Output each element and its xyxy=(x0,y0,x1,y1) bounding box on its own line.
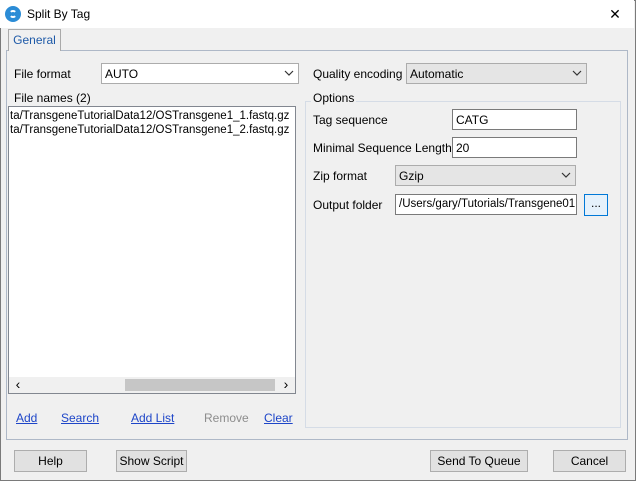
title-bar[interactable]: Split By Tag ✕ xyxy=(0,0,634,28)
quality-encoding-label: Quality encoding xyxy=(313,67,403,81)
help-button[interactable]: Help xyxy=(14,450,87,472)
clear-link[interactable]: Clear xyxy=(264,411,293,425)
add-link[interactable]: Add xyxy=(16,411,37,425)
scrollbar-thumb[interactable] xyxy=(125,379,275,391)
tag-sequence-input[interactable]: CATG xyxy=(452,109,577,130)
close-icon[interactable]: ✕ xyxy=(600,2,630,26)
list-item[interactable]: ta/TransgeneTutorialData12/OSTransgene1_… xyxy=(10,124,289,136)
horizontal-scrollbar[interactable]: ‹ › xyxy=(9,377,295,393)
file-names-label: File names (2) xyxy=(14,91,91,105)
output-folder-label: Output folder xyxy=(313,198,383,212)
quality-encoding-value: Automatic xyxy=(410,67,464,81)
min-length-input[interactable]: 20 xyxy=(452,137,577,158)
add-list-link[interactable]: Add List xyxy=(131,411,174,425)
min-length-value: 20 xyxy=(456,141,470,155)
search-link[interactable]: Search xyxy=(61,411,99,425)
remove-link: Remove xyxy=(204,411,249,425)
app-icon xyxy=(5,6,21,22)
zip-format-value: Gzip xyxy=(399,169,424,183)
output-folder-input[interactable]: /Users/gary/Tutorials/Transgene01 xyxy=(395,194,577,215)
chevron-down-icon xyxy=(572,70,582,76)
zip-format-label: Zip format xyxy=(313,169,368,183)
show-script-button[interactable]: Show Script xyxy=(116,450,187,472)
zip-format-select[interactable]: Gzip xyxy=(395,165,576,186)
send-to-queue-button[interactable]: Send To Queue xyxy=(430,450,528,472)
file-format-label: File format xyxy=(14,67,71,81)
min-length-label: Minimal Sequence Length xyxy=(313,141,452,155)
options-group-title: Options xyxy=(311,91,357,105)
scroll-left-icon[interactable]: ‹ xyxy=(12,377,24,393)
scroll-right-icon[interactable]: › xyxy=(280,377,292,393)
file-format-value: AUTO xyxy=(105,67,139,81)
list-item[interactable]: ta/TransgeneTutorialData12/OSTransgene1_… xyxy=(10,110,289,122)
tag-sequence-label: Tag sequence xyxy=(313,113,388,127)
chevron-down-icon xyxy=(284,70,294,76)
browse-button[interactable]: ... xyxy=(584,194,608,216)
output-folder-value: /Users/gary/Tutorials/Transgene01 xyxy=(399,198,576,210)
file-names-list[interactable]: ta/TransgeneTutorialData12/OSTransgene1_… xyxy=(8,106,296,394)
chevron-down-icon xyxy=(561,172,571,178)
file-format-select[interactable]: AUTO xyxy=(101,63,299,84)
tab-general[interactable]: General xyxy=(8,29,61,51)
quality-encoding-select[interactable]: Automatic xyxy=(406,63,587,84)
tag-sequence-value: CATG xyxy=(456,113,489,127)
window-title: Split By Tag xyxy=(27,7,91,21)
cancel-button[interactable]: Cancel xyxy=(553,450,626,472)
